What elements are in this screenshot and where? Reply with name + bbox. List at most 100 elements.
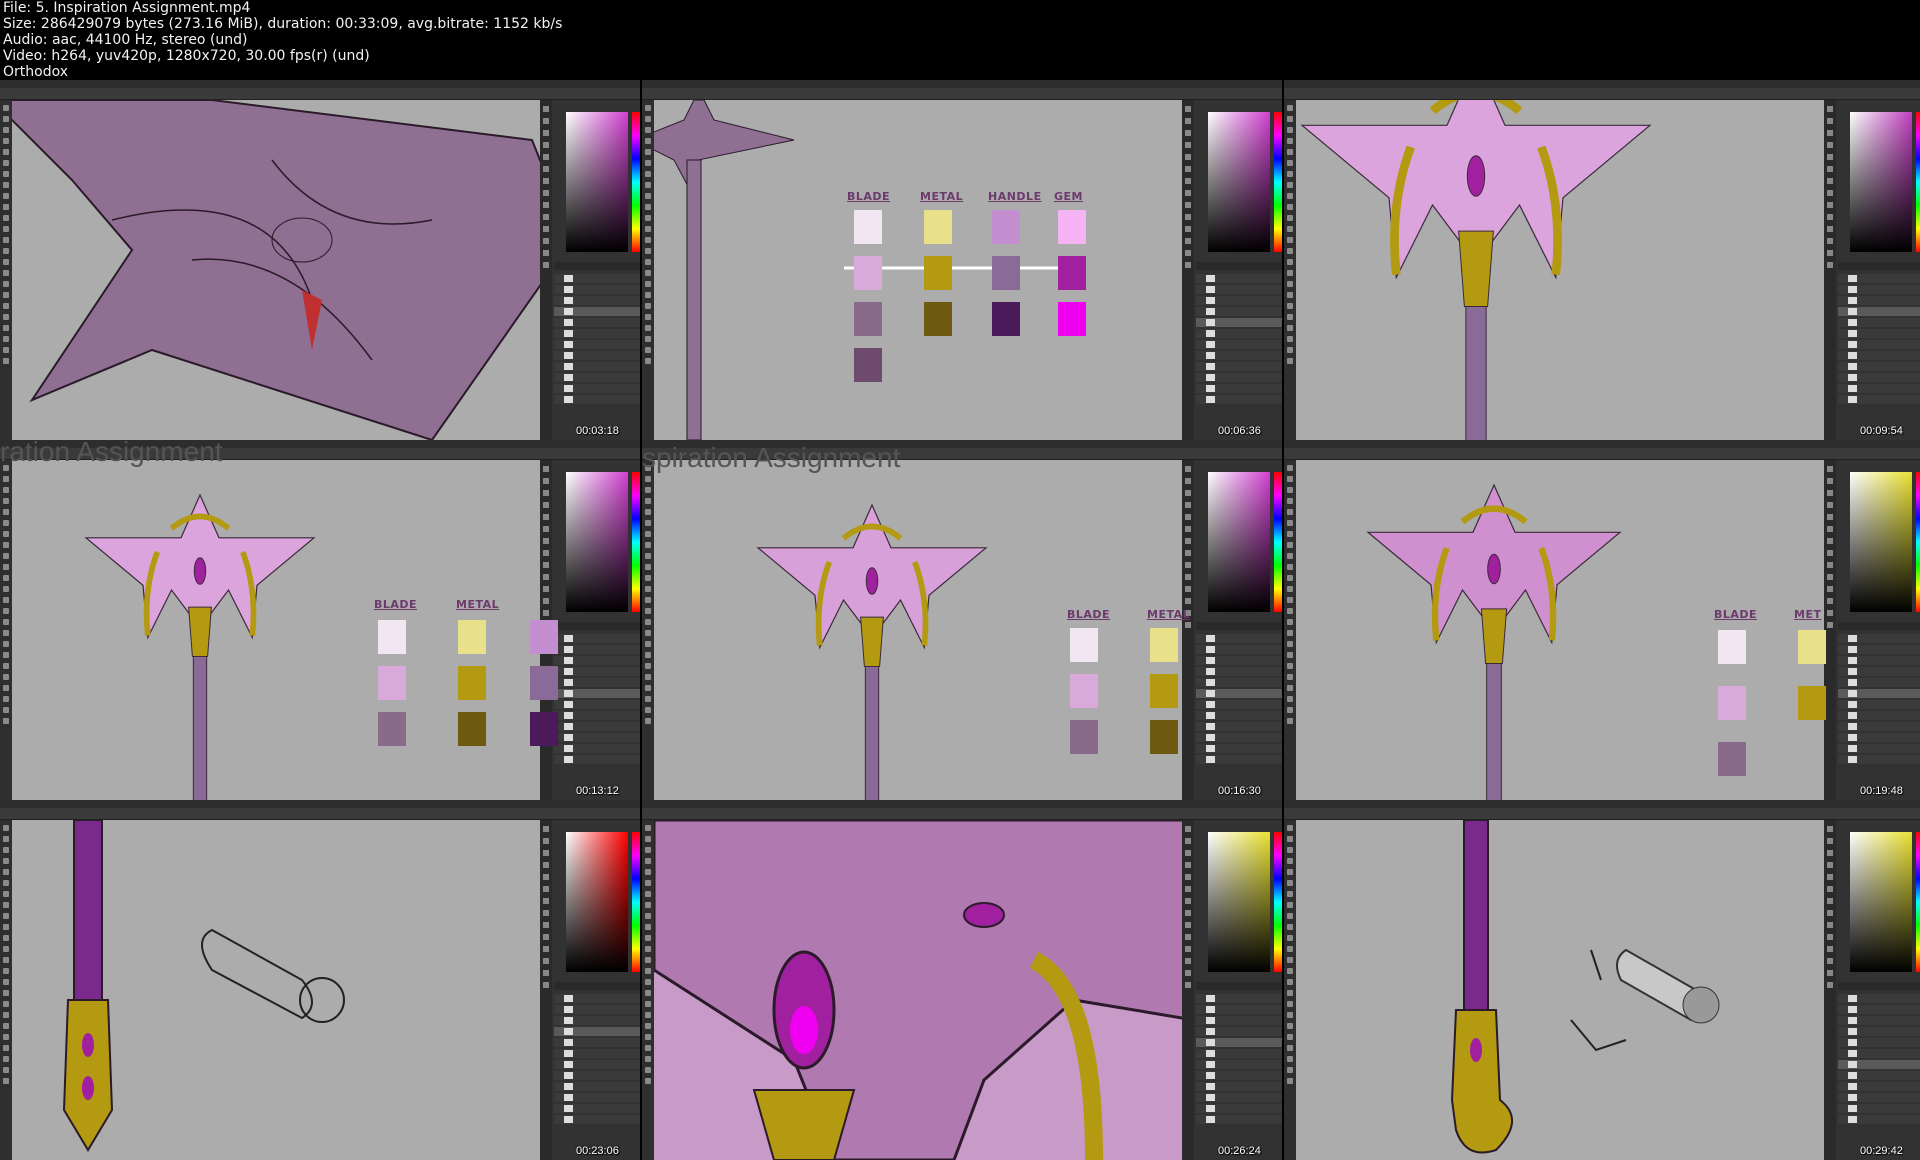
move-icon[interactable] [1287,476,1293,482]
move-icon[interactable] [645,836,651,842]
panel-toggle-icon[interactable] [1827,154,1833,160]
hand-icon[interactable] [3,248,9,254]
panel-toggle-icon[interactable] [1827,850,1833,856]
hue-slider[interactable] [632,832,640,972]
brush-icon[interactable] [645,1056,651,1062]
layer-row[interactable] [554,1104,640,1113]
eraser-icon[interactable] [1287,226,1293,232]
color-and-layers-panel[interactable] [552,460,640,800]
panel-icon-strip[interactable] [540,100,552,440]
panel-toggle-icon[interactable] [1827,226,1833,232]
toolbox[interactable] [642,460,654,800]
layer-row[interactable] [1196,1071,1282,1080]
panel-toggle-icon[interactable] [543,910,549,916]
panel-toggle-icon[interactable] [1827,922,1833,928]
layer-row[interactable] [554,1027,640,1036]
layer-row[interactable] [1196,689,1282,698]
panel-toggle-icon[interactable] [1827,958,1833,964]
layer-row[interactable] [1838,329,1920,338]
panel-toggle-icon[interactable] [1185,598,1191,604]
panel-toggle-icon[interactable] [543,562,549,568]
layer-row[interactable] [1196,656,1282,665]
panel-toggle-icon[interactable] [543,850,549,856]
brush-icon[interactable] [1287,1056,1293,1062]
eyedropper-icon[interactable] [645,498,651,504]
eyedropper-icon[interactable] [1287,652,1293,658]
eraser-icon[interactable] [645,663,651,669]
eraser-icon[interactable] [3,663,9,669]
brush-icon[interactable] [645,336,651,342]
layer-row[interactable] [1838,678,1920,687]
layer-row[interactable] [554,285,640,294]
brush-icon[interactable] [645,542,651,548]
layer-row[interactable] [1196,384,1282,393]
layer-row[interactable] [1838,1016,1920,1025]
move-icon[interactable] [645,347,651,353]
layer-row[interactable] [1838,274,1920,283]
layer-row[interactable] [554,362,640,371]
tool-options-bar[interactable] [642,808,1282,820]
zoom-icon[interactable] [645,674,651,680]
panel-toggle-icon[interactable] [1185,142,1191,148]
lasso-icon[interactable] [645,641,651,647]
panel-toggle-icon[interactable] [1827,934,1833,940]
panel-toggle-icon[interactable] [1827,562,1833,568]
panel-toggle-icon[interactable] [543,226,549,232]
layer-row[interactable] [1838,722,1920,731]
zoom-icon[interactable] [1287,1034,1293,1040]
zoom-icon[interactable] [3,1034,9,1040]
lasso-icon[interactable] [3,127,9,133]
eraser-icon[interactable] [645,586,651,592]
hand-icon[interactable] [1287,968,1293,974]
zoom-icon[interactable] [1287,597,1293,603]
panel-toggle-icon[interactable] [543,958,549,964]
lasso-icon[interactable] [1287,127,1293,133]
layer-row[interactable] [1196,340,1282,349]
brush-icon[interactable] [1287,542,1293,548]
brush-icon[interactable] [1287,336,1293,342]
brush-icon[interactable] [3,902,9,908]
panel-toggle-icon[interactable] [1185,886,1191,892]
brush-icon[interactable] [645,696,651,702]
layer-row[interactable] [1838,634,1920,643]
color-picker-field[interactable] [566,112,628,252]
layer-row[interactable] [554,744,640,753]
layers-panel-tabs[interactable] [1196,262,1282,270]
app-menu-bar[interactable]: FileEditImageLayerTypeSelectFilter3DView… [1284,800,1920,815]
layer-row[interactable] [1838,689,1920,698]
panel-toggle-icon[interactable] [1185,514,1191,520]
panel-toggle-icon[interactable] [1827,886,1833,892]
eraser-icon[interactable] [1287,869,1293,875]
toolbox[interactable] [0,100,12,440]
brush-icon[interactable] [645,182,651,188]
layer-row[interactable] [554,1082,640,1091]
panel-toggle-icon[interactable] [1827,214,1833,220]
layer-row[interactable] [1196,1049,1282,1058]
panel-toggle-icon[interactable] [1827,490,1833,496]
hand-icon[interactable] [645,891,651,897]
panel-toggle-icon[interactable] [543,826,549,832]
hue-slider[interactable] [1916,832,1920,972]
move-icon[interactable] [3,553,9,559]
hand-icon[interactable] [1287,248,1293,254]
layer-row[interactable] [1196,1104,1282,1113]
eraser-icon[interactable] [3,226,9,232]
move-icon[interactable] [645,116,651,122]
hand-icon[interactable] [645,1045,651,1051]
layer-row[interactable] [554,722,640,731]
zoom-icon[interactable] [3,314,9,320]
lasso-icon[interactable] [1287,358,1293,364]
panel-toggle-icon[interactable] [1185,874,1191,880]
panel-toggle-icon[interactable] [1827,142,1833,148]
layer-row[interactable] [1838,1071,1920,1080]
layer-row[interactable] [1838,1038,1920,1047]
panel-toggle-icon[interactable] [1827,514,1833,520]
panel-toggle-icon[interactable] [1185,178,1191,184]
hand-icon[interactable] [1287,685,1293,691]
lasso-icon[interactable] [645,358,651,364]
panel-toggle-icon[interactable] [1827,466,1833,472]
zoom-icon[interactable] [645,880,651,886]
layer-row[interactable] [1196,329,1282,338]
layer-row[interactable] [554,700,640,709]
brush-icon[interactable] [645,259,651,265]
